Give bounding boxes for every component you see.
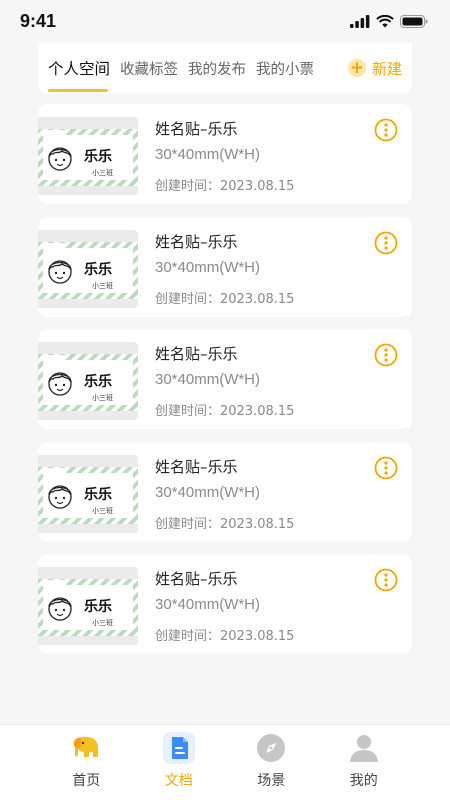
compass-icon — [254, 731, 288, 765]
more-options-icon[interactable] — [374, 568, 398, 592]
status-icons — [350, 14, 428, 28]
label-thumbnail: 乐乐 小三班 — [38, 342, 138, 420]
child-face-icon — [48, 597, 72, 621]
document-title: 姓名贴–乐乐 — [155, 457, 238, 476]
document-created-date: 创建时间：2023.08.15 — [155, 179, 295, 194]
wifi-icon — [376, 14, 394, 27]
document-created-date: 创建时间：2023.08.15 — [155, 404, 295, 419]
tab-my-posts[interactable]: 我的发布 — [188, 42, 246, 94]
thumbnail-name-text: 乐乐 — [84, 148, 112, 165]
bottom-nav: 首页 文档 场景 我的 — [0, 724, 450, 800]
new-button-label: 新建 — [371, 59, 402, 78]
label-thumbnail: 乐乐 小三班 — [38, 229, 138, 308]
document-title: 姓名贴–乐乐 — [155, 345, 238, 363]
plus-icon: + — [347, 57, 366, 78]
child-face-icon — [48, 147, 72, 171]
more-options-icon[interactable] — [374, 231, 398, 255]
child-face-icon — [48, 259, 72, 284]
document-created-date: 创建时间：2023.08.15 — [155, 629, 295, 644]
label-thumbnail: 乐乐 小三班 — [38, 567, 138, 645]
tab-my-receipts[interactable]: 我的小票 — [256, 42, 314, 94]
document-size: 30*40mm(W*H) — [155, 258, 261, 276]
nav-home[interactable]: 首页 — [46, 725, 126, 800]
thumbnail-name-text: 乐乐 — [84, 373, 112, 390]
nav-home-label: 首页 — [72, 773, 101, 789]
tab-favorites[interactable]: 收藏标签 — [120, 42, 178, 94]
tab-bar: 个人空间 收藏标签 我的发布 我的小票 + 新建 — [38, 42, 412, 94]
document-title: 姓名贴–乐乐 — [155, 570, 238, 588]
label-thumbnail: 乐乐 小三班 — [38, 454, 138, 533]
document-title: 姓名贴–乐乐 — [155, 120, 238, 138]
document-list: 乐乐 小三班 姓名贴–乐乐 30*40mm(W*H) 创建时间：2023.08.… — [38, 104, 412, 667]
signal-icon — [350, 14, 370, 28]
thumbnail-name-text: 乐乐 — [84, 598, 112, 615]
document-icon — [162, 731, 196, 765]
thumbnail-class-text: 小三班 — [92, 393, 113, 402]
thumbnail-class-text: 小三班 — [92, 281, 113, 290]
more-options-icon[interactable] — [374, 456, 398, 480]
nav-profile-label: 我的 — [349, 773, 378, 789]
document-card[interactable]: 乐乐 小三班 姓名贴–乐乐 30*40mm(W*H) 创建时间：2023.08.… — [38, 104, 412, 204]
new-button[interactable]: + 新建 — [347, 42, 402, 94]
nav-profile[interactable]: 我的 — [324, 725, 404, 800]
label-thumbnail: 乐乐 小三班 — [38, 117, 138, 195]
document-size: 30*40mm(W*H) — [155, 371, 261, 388]
document-size: 30*40mm(W*H) — [155, 146, 261, 163]
child-face-icon — [48, 484, 72, 509]
document-created-date: 创建时间：2023.08.15 — [155, 291, 295, 307]
thumbnail-name-text: 乐乐 — [84, 261, 112, 278]
document-card[interactable]: 乐乐 小三班 姓名贴–乐乐 30*40mm(W*H) 创建时间：2023.08.… — [38, 216, 412, 317]
tab-personal-space[interactable]: 个人空间 — [48, 42, 110, 94]
more-options-icon[interactable] — [374, 343, 398, 367]
more-options-icon[interactable] — [374, 118, 398, 142]
nav-documents-label: 文档 — [164, 773, 193, 789]
document-card[interactable]: 乐乐 小三班 姓名贴–乐乐 30*40mm(W*H) 创建时间：2023.08.… — [38, 329, 412, 429]
nav-scenes[interactable]: 场景 — [231, 725, 311, 800]
thumbnail-class-text: 小三班 — [92, 506, 113, 515]
thumbnail-name-text: 乐乐 — [84, 486, 112, 503]
elephant-icon — [69, 731, 103, 765]
document-size: 30*40mm(W*H) — [155, 483, 261, 501]
child-face-icon — [48, 372, 72, 396]
document-title: 姓名贴–乐乐 — [155, 232, 238, 251]
document-card[interactable]: 乐乐 小三班 姓名贴–乐乐 30*40mm(W*H) 创建时间：2023.08.… — [38, 554, 412, 654]
thumbnail-class-text: 小三班 — [92, 168, 113, 177]
document-size: 30*40mm(W*H) — [155, 596, 261, 613]
thumbnail-class-text: 小三班 — [92, 618, 113, 627]
nav-scenes-label: 场景 — [257, 773, 286, 789]
battery-icon — [400, 14, 428, 28]
nav-documents[interactable]: 文档 — [139, 725, 219, 800]
user-icon — [347, 731, 381, 765]
status-time: 9:41 — [20, 10, 57, 31]
document-card[interactable]: 乐乐 小三班 姓名贴–乐乐 30*40mm(W*H) 创建时间：2023.08.… — [38, 441, 412, 542]
status-bar: 9:41 — [0, 0, 450, 42]
document-created-date: 创建时间：2023.08.15 — [155, 516, 295, 532]
